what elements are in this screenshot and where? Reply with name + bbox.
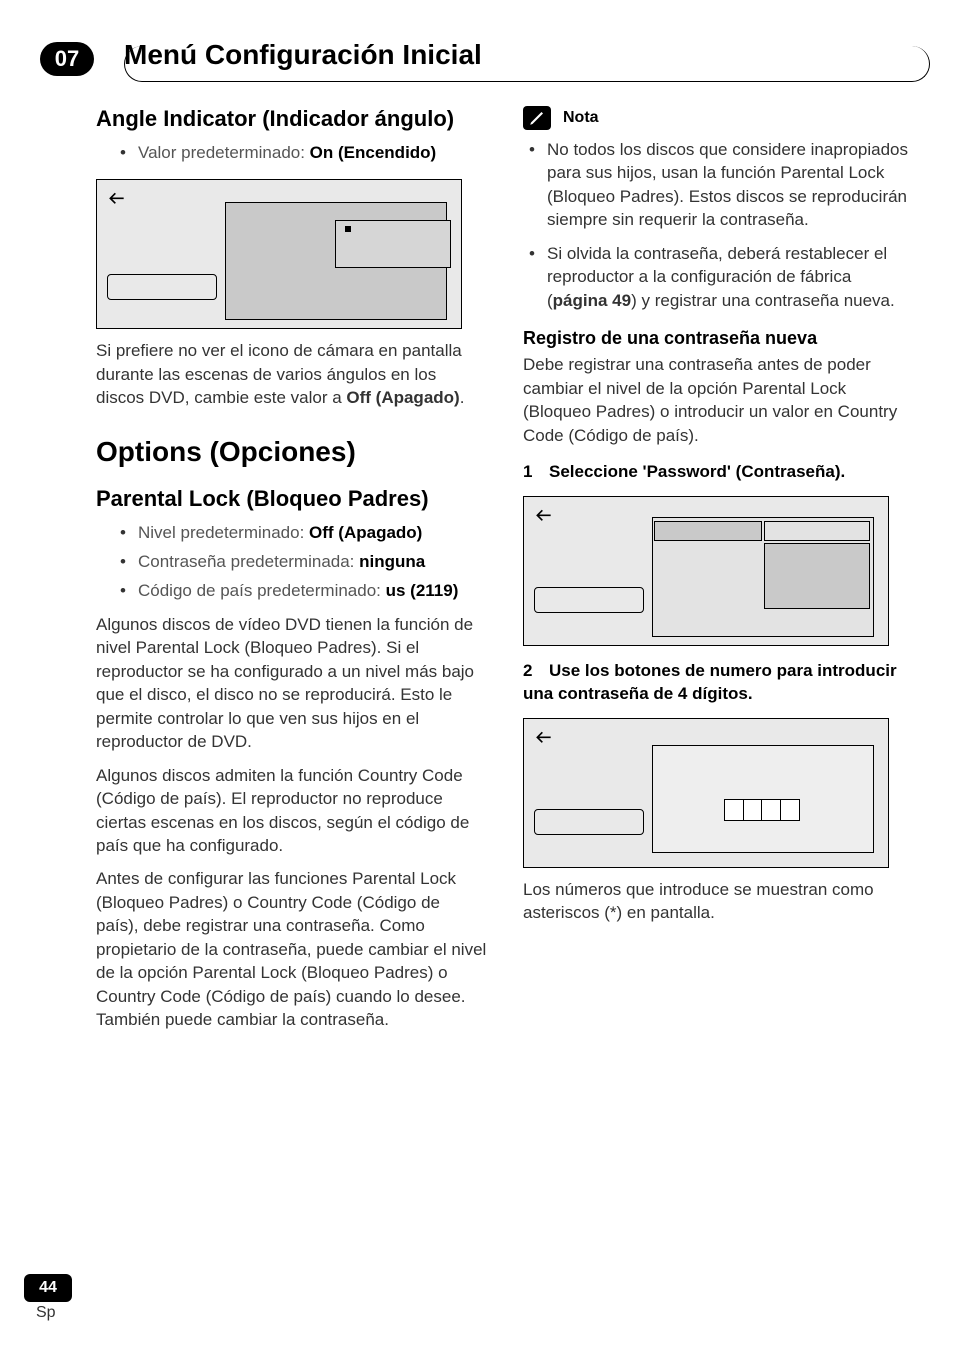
- osd-row-selected: [654, 521, 762, 541]
- angle-default-label: Valor predeterminado:: [138, 143, 310, 162]
- back-icon: [534, 729, 554, 754]
- digit-box: [761, 799, 781, 821]
- parental-p2: Algunos discos admiten la función Countr…: [96, 764, 487, 858]
- parental-b2-value: ninguna: [359, 552, 425, 571]
- bullet-icon: •: [120, 551, 138, 574]
- figure-angle-osd: [96, 179, 462, 329]
- osd-left-button: [534, 587, 644, 613]
- parental-b3: • Código de país predeterminado: us (211…: [120, 580, 487, 603]
- angle-default-value: On (Encendido): [310, 143, 437, 162]
- bullet-icon: •: [529, 138, 547, 232]
- parental-b2: • Contraseña predeterminada: ninguna: [120, 551, 487, 574]
- parental-b1: • Nivel predeterminado: Off (Apagado): [120, 522, 487, 545]
- parental-b2-label: Contraseña predeterminada:: [138, 552, 359, 571]
- angle-default-bullet: • Valor predeterminado: On (Encendido): [120, 142, 487, 165]
- step2-num: 2: [523, 660, 549, 683]
- step-1: 1Seleccione 'Password' (Contraseña).: [523, 461, 914, 484]
- osd-marker: [345, 226, 351, 232]
- back-icon: [534, 507, 554, 532]
- note-label: Nota: [563, 109, 599, 127]
- osd-left-button: [107, 274, 217, 300]
- bullet-icon: •: [120, 142, 138, 165]
- figure-password-select: [523, 496, 889, 646]
- left-column: Angle Indicator (Indicador ángulo) • Val…: [96, 106, 487, 1032]
- parental-b1-value: Off (Apagado): [309, 523, 422, 542]
- back-icon: [107, 190, 127, 215]
- pencil-icon: [523, 106, 551, 130]
- bullet-icon: •: [529, 242, 547, 312]
- step1-num: 1: [523, 461, 549, 484]
- angle-para-after: .: [460, 388, 465, 407]
- parental-heading: Parental Lock (Bloqueo Padres): [96, 486, 487, 512]
- osd-row-right: [764, 521, 870, 541]
- content-columns: Angle Indicator (Indicador ángulo) • Val…: [40, 106, 914, 1032]
- step-2: 2Use los botones de numero para introduc…: [523, 660, 914, 706]
- digit-box: [743, 799, 763, 821]
- note1-text: No todos los discos que considere inapro…: [547, 138, 914, 232]
- osd-subpane: [764, 543, 870, 609]
- chapter-title-oval: [124, 46, 930, 82]
- page-number: 44: [39, 1279, 57, 1297]
- parental-p1: Algunos discos de vídeo DVD tienen la fu…: [96, 613, 487, 754]
- note2-after: ) y registrar una contraseña nueva.: [631, 291, 895, 310]
- parental-b3-label: Código de país predeterminado:: [138, 581, 386, 600]
- note-bullet-1: • No todos los discos que considere inap…: [529, 138, 914, 232]
- page: 07 Menú Configuración Inicial Angle Indi…: [0, 0, 954, 1352]
- parental-p3: Antes de configurar las funciones Parent…: [96, 867, 487, 1031]
- digit-box: [724, 799, 744, 821]
- page-number-badge: 44: [24, 1274, 72, 1302]
- bullet-icon: •: [120, 580, 138, 603]
- digit-box: [780, 799, 800, 821]
- parental-b1-label: Nivel predeterminado:: [138, 523, 309, 542]
- osd-left-button: [534, 809, 644, 835]
- step1-text: Seleccione 'Password' (Contraseña).: [549, 462, 845, 481]
- note2-bold: página 49: [553, 291, 631, 310]
- note-header: Nota: [523, 106, 914, 130]
- page-footer: 44 Sp: [24, 1274, 72, 1322]
- figure-password-entry: [523, 718, 889, 868]
- options-heading: Options (Opciones): [96, 436, 487, 468]
- chapter-number: 07: [55, 46, 79, 72]
- register-para: Debe registrar una contraseña antes de p…: [523, 353, 914, 447]
- step2-text: Use los botones de numero para introduci…: [523, 661, 897, 703]
- register-heading: Registro de una contraseña nueva: [523, 328, 914, 349]
- bullet-icon: •: [120, 522, 138, 545]
- angle-heading: Angle Indicator (Indicador ángulo): [96, 106, 487, 132]
- osd-highlight: [335, 220, 451, 268]
- password-digit-boxes: [724, 799, 798, 821]
- language-code: Sp: [36, 1304, 72, 1322]
- closing-para: Los números que introduce se muestran co…: [523, 878, 914, 925]
- chapter-badge: 07: [40, 42, 94, 76]
- angle-paragraph: Si prefiere no ver el icono de cámara en…: [96, 339, 487, 409]
- right-column: Nota • No todos los discos que considere…: [523, 106, 914, 1032]
- parental-b3-value: us (2119): [386, 581, 459, 600]
- note-bullet-2: • Si olvida la contraseña, deberá restab…: [529, 242, 914, 312]
- angle-para-bold: Off (Apagado): [346, 388, 459, 407]
